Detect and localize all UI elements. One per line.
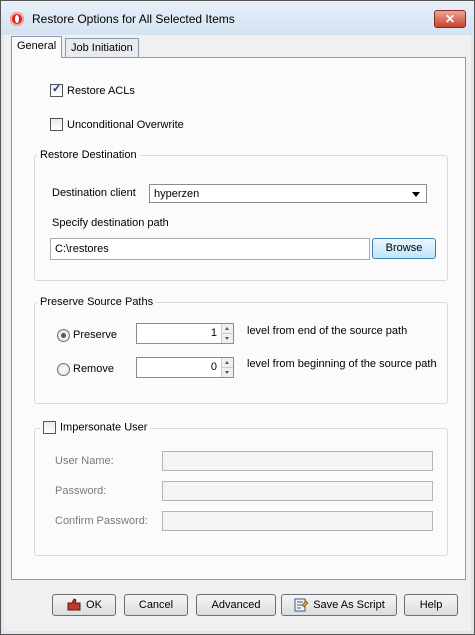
tab-job-initiation[interactable]: Job Initiation bbox=[65, 38, 139, 57]
chevron-down-icon bbox=[412, 192, 420, 197]
remove-label: Remove bbox=[73, 363, 114, 375]
confirm-password-label: Confirm Password: bbox=[55, 515, 148, 527]
destination-client-value: hyperzen bbox=[154, 188, 200, 200]
button-bar: OK Cancel Advanced Save As Script Help bbox=[4, 580, 471, 631]
browse-button[interactable]: Browse bbox=[372, 238, 436, 259]
spin-up-icon[interactable] bbox=[222, 324, 233, 334]
impersonate-user-label: Impersonate User bbox=[60, 421, 148, 434]
dialog-window: Restore Options for All Selected Items ✕… bbox=[0, 0, 475, 635]
spinner-buttons bbox=[221, 358, 233, 377]
user-name-label: User Name: bbox=[55, 455, 114, 467]
script-icon bbox=[293, 598, 309, 612]
impersonate-user-checkbox[interactable] bbox=[43, 421, 56, 434]
destination-client-select[interactable]: hyperzen bbox=[149, 184, 427, 203]
restore-destination-group: Restore Destination Destination client h… bbox=[34, 149, 448, 281]
ok-button[interactable]: OK bbox=[52, 594, 116, 616]
spin-down-icon[interactable] bbox=[222, 334, 233, 343]
preserve-levels-spinner[interactable]: 1 bbox=[136, 323, 234, 344]
confirm-password-field[interactable] bbox=[162, 511, 433, 531]
dialog-body: General Job Initiation ✓ Restore ACLs Un… bbox=[4, 35, 471, 631]
close-button[interactable]: ✕ bbox=[434, 10, 466, 28]
restore-acls-label: Restore ACLs bbox=[67, 85, 135, 97]
title-bar[interactable]: Restore Options for All Selected Items ✕ bbox=[1, 1, 474, 35]
save-as-script-button[interactable]: Save As Script bbox=[281, 594, 397, 616]
preserve-source-paths-title: Preserve Source Paths bbox=[37, 296, 157, 308]
help-button[interactable]: Help bbox=[404, 594, 458, 616]
app-logo-icon bbox=[10, 12, 24, 26]
restore-acls-checkbox[interactable]: ✓ bbox=[50, 83, 63, 97]
destination-path-input[interactable]: C:\restores bbox=[50, 238, 370, 260]
general-tab-panel: ✓ Restore ACLs Unconditional Overwrite R… bbox=[11, 57, 466, 580]
remove-description: level from beginning of the source path bbox=[247, 358, 437, 370]
ok-button-label: OK bbox=[86, 599, 102, 611]
preserve-radio[interactable] bbox=[57, 329, 70, 342]
password-label: Password: bbox=[55, 485, 107, 497]
remove-radio[interactable] bbox=[57, 363, 70, 376]
tab-general[interactable]: General bbox=[11, 36, 63, 58]
ok-hand-icon bbox=[66, 598, 82, 612]
destination-client-label: Destination client bbox=[52, 187, 136, 199]
window-title: Restore Options for All Selected Items bbox=[32, 12, 235, 26]
destination-path-label: Specify destination path bbox=[52, 217, 169, 229]
preserve-source-paths-group: Preserve Source Paths Preserve 1 level f… bbox=[34, 296, 448, 404]
unconditional-overwrite-label: Unconditional Overwrite bbox=[67, 119, 184, 131]
preserve-levels-value: 1 bbox=[210, 327, 217, 339]
impersonate-user-group: Impersonate User User Name: Password: Co… bbox=[34, 421, 448, 556]
restore-destination-title: Restore Destination bbox=[37, 149, 140, 161]
radio-selected-dot bbox=[61, 333, 66, 338]
spinner-buttons bbox=[221, 324, 233, 343]
checkmark-icon: ✓ bbox=[52, 83, 62, 95]
advanced-button[interactable]: Advanced bbox=[196, 594, 276, 616]
cancel-button[interactable]: Cancel bbox=[124, 594, 188, 616]
spin-up-icon[interactable] bbox=[222, 358, 233, 368]
save-as-script-label: Save As Script bbox=[313, 599, 385, 611]
user-name-field[interactable] bbox=[162, 451, 433, 471]
password-field[interactable] bbox=[162, 481, 433, 501]
spin-down-icon[interactable] bbox=[222, 368, 233, 377]
impersonate-user-header: Impersonate User bbox=[41, 421, 151, 434]
remove-levels-spinner[interactable]: 0 bbox=[136, 357, 234, 378]
unconditional-overwrite-checkbox[interactable] bbox=[50, 118, 63, 131]
preserve-description: level from end of the source path bbox=[247, 325, 408, 337]
remove-levels-value: 0 bbox=[210, 361, 217, 373]
preserve-label: Preserve bbox=[73, 329, 118, 341]
